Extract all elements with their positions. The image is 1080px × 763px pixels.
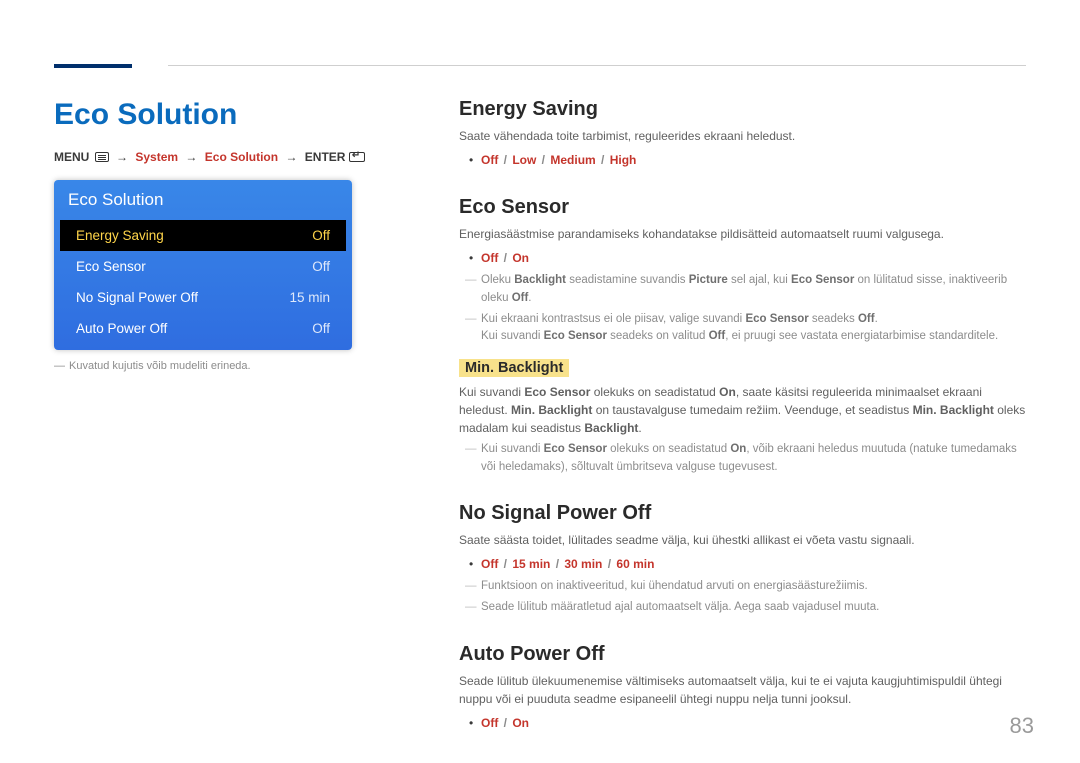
osd-title: Eco Solution <box>54 180 352 220</box>
arrow-icon: → <box>185 150 197 164</box>
note-eco-1: Oleku Backlight seadistamine suvandis Pi… <box>459 272 1026 307</box>
osd-row-label: No Signal Power Off <box>76 290 198 305</box>
option: 15 min <box>512 557 550 571</box>
options-energy-saving: Off / Low / Medium / High <box>459 151 1026 170</box>
option: Off <box>481 716 498 730</box>
option: High <box>610 153 637 167</box>
arrow-icon: → <box>285 150 297 164</box>
arrow-icon: → <box>116 150 128 164</box>
option: Off <box>481 557 498 571</box>
page-number: 83 <box>1010 713 1034 739</box>
figure-footnote: ― Kuvatud kujutis võib mudeliti erineda. <box>54 360 404 372</box>
breadcrumb-eco: Eco Solution <box>205 150 278 164</box>
osd-row-value: Off <box>312 228 330 243</box>
osd-row-value: 15 min <box>289 290 330 305</box>
heading-eco-sensor: Eco Sensor <box>459 196 1026 219</box>
header-rule <box>168 65 1026 66</box>
body-min-backlight: Kui suvandi Eco Sensor olekuks on seadis… <box>459 383 1026 437</box>
osd-row-value: Off <box>312 321 330 336</box>
osd-row-label: Eco Sensor <box>76 259 146 274</box>
body-energy-saving: Saate vähendada toite tarbimist, regulee… <box>459 127 1026 145</box>
heading-energy-saving: Energy Saving <box>459 98 1026 121</box>
option: Off <box>481 251 498 265</box>
page-title: Eco Solution <box>54 98 404 132</box>
osd-row-label: Energy Saving <box>76 228 164 243</box>
dash-icon: ― <box>54 360 65 372</box>
note-min-backlight: Kui suvandi Eco Sensor olekuks on seadis… <box>459 441 1026 476</box>
body-no-signal: Saate säästa toidet, lülitades seadme vä… <box>459 531 1026 549</box>
osd-row-energy-saving[interactable]: Energy Saving Off <box>60 220 346 251</box>
osd-row-auto-power[interactable]: Auto Power Off Off <box>60 313 346 350</box>
osd-row-value: Off <box>312 259 330 274</box>
options-no-signal: Off / 15 min / 30 min / 60 min <box>459 555 1026 574</box>
option: 60 min <box>616 557 654 571</box>
breadcrumb-system: System <box>135 150 178 164</box>
heading-auto-power: Auto Power Off <box>459 643 1026 666</box>
options-auto-power: Off / On <box>459 714 1026 733</box>
osd-row-no-signal[interactable]: No Signal Power Off 15 min <box>60 282 346 313</box>
note-no-signal-2: Seade lülitub määratletud ajal automaats… <box>459 599 1026 616</box>
note-eco-2: Kui ekraani kontrastsus ei ole piisav, v… <box>459 311 1026 328</box>
body-eco-sensor: Energiasäästmise parandamiseks kohandata… <box>459 225 1026 243</box>
option: Low <box>512 153 536 167</box>
menu-label: MENU <box>54 150 89 164</box>
osd-panel: Eco Solution Energy Saving Off Eco Senso… <box>54 180 352 350</box>
options-eco-sensor: Off / On <box>459 249 1026 268</box>
osd-row-label: Auto Power Off <box>76 321 167 336</box>
osd-row-eco-sensor[interactable]: Eco Sensor Off <box>60 251 346 282</box>
footnote-text: Kuvatud kujutis võib mudeliti erineda. <box>69 360 251 372</box>
note-no-signal-1: Funktsioon on inaktiveeritud, kui ühenda… <box>459 578 1026 595</box>
menu-icon <box>95 152 109 162</box>
breadcrumb: MENU → System → Eco Solution → ENTER <box>54 150 404 164</box>
heading-min-backlight: Min. Backlight <box>459 359 569 377</box>
option: Medium <box>550 153 595 167</box>
option: On <box>512 251 529 265</box>
header-accent <box>54 64 132 68</box>
heading-no-signal: No Signal Power Off <box>459 502 1026 525</box>
enter-label: ENTER <box>305 150 346 164</box>
option: Off <box>481 153 498 167</box>
option: 30 min <box>564 557 602 571</box>
option: On <box>512 716 529 730</box>
enter-icon <box>349 152 365 162</box>
note-eco-2b: x Kui suvandi Eco Sensor seadeks on vali… <box>459 328 1026 345</box>
body-auto-power: Seade lülitub ülekuumenemise vältimiseks… <box>459 672 1026 708</box>
